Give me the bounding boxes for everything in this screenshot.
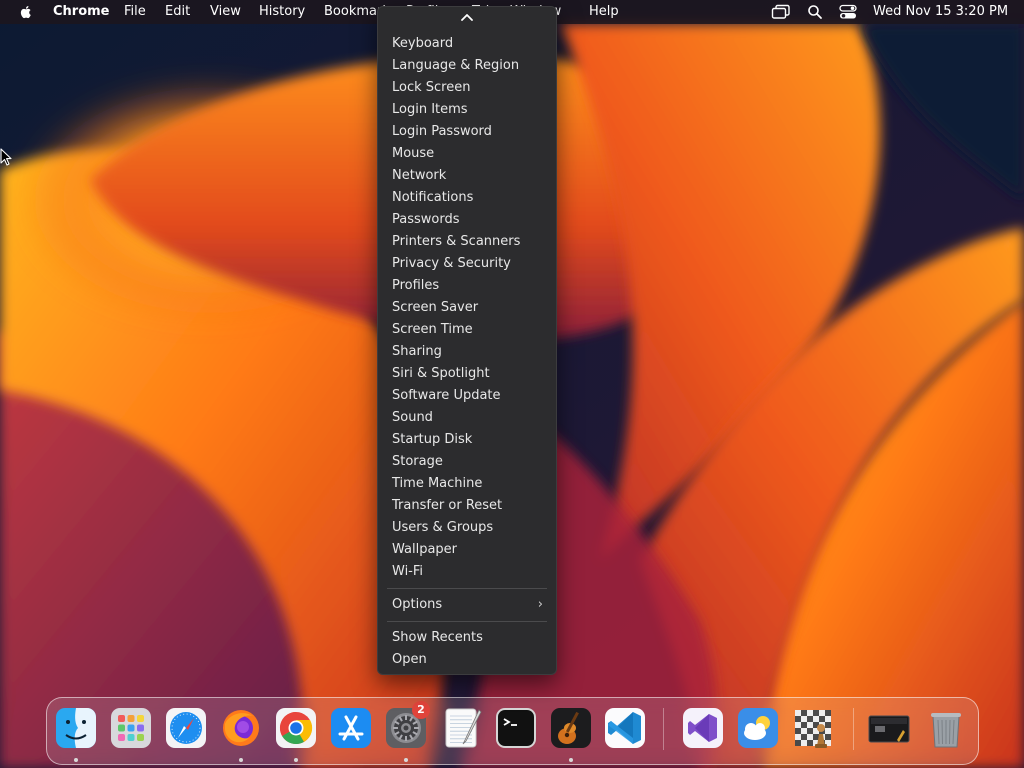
- textedit-icon: [445, 708, 482, 748]
- menu-separator: [387, 621, 547, 622]
- firefox-icon: [223, 710, 259, 746]
- menu-item-time-machine[interactable]: Time Machine: [377, 473, 557, 495]
- running-indicator-dot: [404, 758, 408, 762]
- menubar-history[interactable]: History: [259, 0, 305, 24]
- terminal-icon: [496, 708, 536, 748]
- notification-badge: 2: [412, 701, 430, 719]
- menu-item-login-password[interactable]: Login Password: [377, 121, 557, 143]
- menu-item-screen-time[interactable]: Screen Time: [377, 319, 557, 341]
- dock-app-firefox[interactable]: [219, 706, 263, 762]
- menu-item-siri-and-spotlight[interactable]: Siri & Spotlight: [377, 363, 557, 385]
- vscode-icon: [605, 708, 645, 748]
- menu-item-wi-fi[interactable]: Wi-Fi: [377, 561, 557, 583]
- mouse-pointer-icon: [0, 148, 12, 166]
- dock-app-chess[interactable]: [791, 706, 835, 750]
- menubar-file[interactable]: File: [124, 0, 146, 24]
- menubar-view[interactable]: View: [210, 0, 241, 24]
- menu-item-profiles[interactable]: Profiles: [377, 275, 557, 297]
- menu-item-transfer-or-reset[interactable]: Transfer or Reset: [377, 495, 557, 517]
- menu-item-sound[interactable]: Sound: [377, 407, 557, 429]
- dock-context-menu: Keyboard Language & Region Lock Screen Logi…: [377, 6, 557, 675]
- dock-app-vscode[interactable]: [603, 706, 647, 750]
- dock-app-safari[interactable]: [164, 706, 208, 750]
- menu-item-options[interactable]: Options ›: [377, 594, 557, 616]
- screen-mirroring-icon[interactable]: [771, 4, 791, 20]
- menu-item-storage[interactable]: Storage: [377, 451, 557, 473]
- running-indicator-dot: [294, 758, 298, 762]
- menu-item-privacy-and-security[interactable]: Privacy & Security: [377, 253, 557, 275]
- menubar-help[interactable]: Help: [589, 0, 619, 24]
- menu-item-wallpaper[interactable]: Wallpaper: [377, 539, 557, 561]
- menu-items-list: Keyboard Language & Region Lock Screen Logi…: [377, 33, 557, 671]
- menubar-app-name[interactable]: Chrome: [53, 0, 110, 24]
- menu-item-show-recents[interactable]: Show Recents: [377, 627, 557, 649]
- menu-item-screen-saver[interactable]: Screen Saver: [377, 297, 557, 319]
- dock-app-recent-folder[interactable]: [867, 706, 911, 750]
- menu-item-printers-and-scanners[interactable]: Printers & Scanners: [377, 231, 557, 253]
- dock-app-app-store[interactable]: [329, 706, 373, 750]
- dock-app-garageband[interactable]: [549, 706, 593, 762]
- running-indicator-dot: [239, 758, 243, 762]
- menu-item-software-update[interactable]: Software Update: [377, 385, 557, 407]
- apple-icon[interactable]: [18, 4, 34, 20]
- dock-divider: [663, 708, 664, 750]
- menu-item-users-and-groups[interactable]: Users & Groups: [377, 517, 557, 539]
- dock-app-weather[interactable]: [736, 706, 780, 750]
- menu-item-network[interactable]: Network: [377, 165, 557, 187]
- menu-item-notifications[interactable]: Notifications: [377, 187, 557, 209]
- dock-app-visual-studio[interactable]: [681, 706, 725, 750]
- dock-app-trash[interactable]: [924, 706, 968, 750]
- menu-item-options-label: Options: [392, 597, 443, 612]
- visual-studio-icon: [683, 708, 723, 748]
- scroll-up-chevron-icon[interactable]: [457, 10, 477, 24]
- dock-app-system-settings[interactable]: 2: [384, 701, 430, 762]
- weather-icon: [738, 708, 778, 748]
- chess-icon: [795, 710, 831, 748]
- trash-icon: [931, 713, 961, 748]
- menu-item-sharing[interactable]: Sharing: [377, 341, 557, 363]
- dock-app-terminal[interactable]: [494, 706, 538, 750]
- running-indicator-dot: [74, 758, 78, 762]
- menu-item-lock-screen[interactable]: Lock Screen: [377, 77, 557, 99]
- menu-item-language-and-region[interactable]: Language & Region: [377, 55, 557, 77]
- control-center-icon[interactable]: [839, 4, 857, 20]
- submenu-chevron-right-icon: ›: [537, 597, 543, 612]
- menu-item-open[interactable]: Open: [377, 649, 557, 671]
- safari-icon: [166, 708, 206, 748]
- menubar-clock[interactable]: Wed Nov 15 3:20 PM: [873, 0, 1008, 24]
- launchpad-icon: [111, 708, 151, 748]
- menu-item-keyboard[interactable]: Keyboard: [377, 33, 557, 55]
- spotlight-search-icon[interactable]: [807, 4, 823, 20]
- menu-item-passwords[interactable]: Passwords: [377, 209, 557, 231]
- dock-app-chrome[interactable]: [274, 706, 318, 762]
- garageband-icon: [551, 708, 591, 748]
- finder-icon: [56, 708, 96, 748]
- menu-item-login-items[interactable]: Login Items: [377, 99, 557, 121]
- dock: 2: [46, 697, 979, 765]
- app-store-icon: [331, 708, 371, 748]
- menubar-edit[interactable]: Edit: [165, 0, 190, 24]
- dock-app-finder[interactable]: [54, 706, 98, 762]
- running-indicator-dot: [569, 758, 573, 762]
- folder-stack-icon: [868, 715, 910, 743]
- menu-item-mouse[interactable]: Mouse: [377, 143, 557, 165]
- dock-divider: [853, 708, 854, 750]
- menu-separator: [387, 588, 547, 589]
- dock-app-textedit[interactable]: [439, 706, 483, 750]
- dock-app-launchpad[interactable]: [109, 706, 153, 750]
- chrome-icon: [276, 708, 316, 748]
- menu-item-startup-disk[interactable]: Startup Disk: [377, 429, 557, 451]
